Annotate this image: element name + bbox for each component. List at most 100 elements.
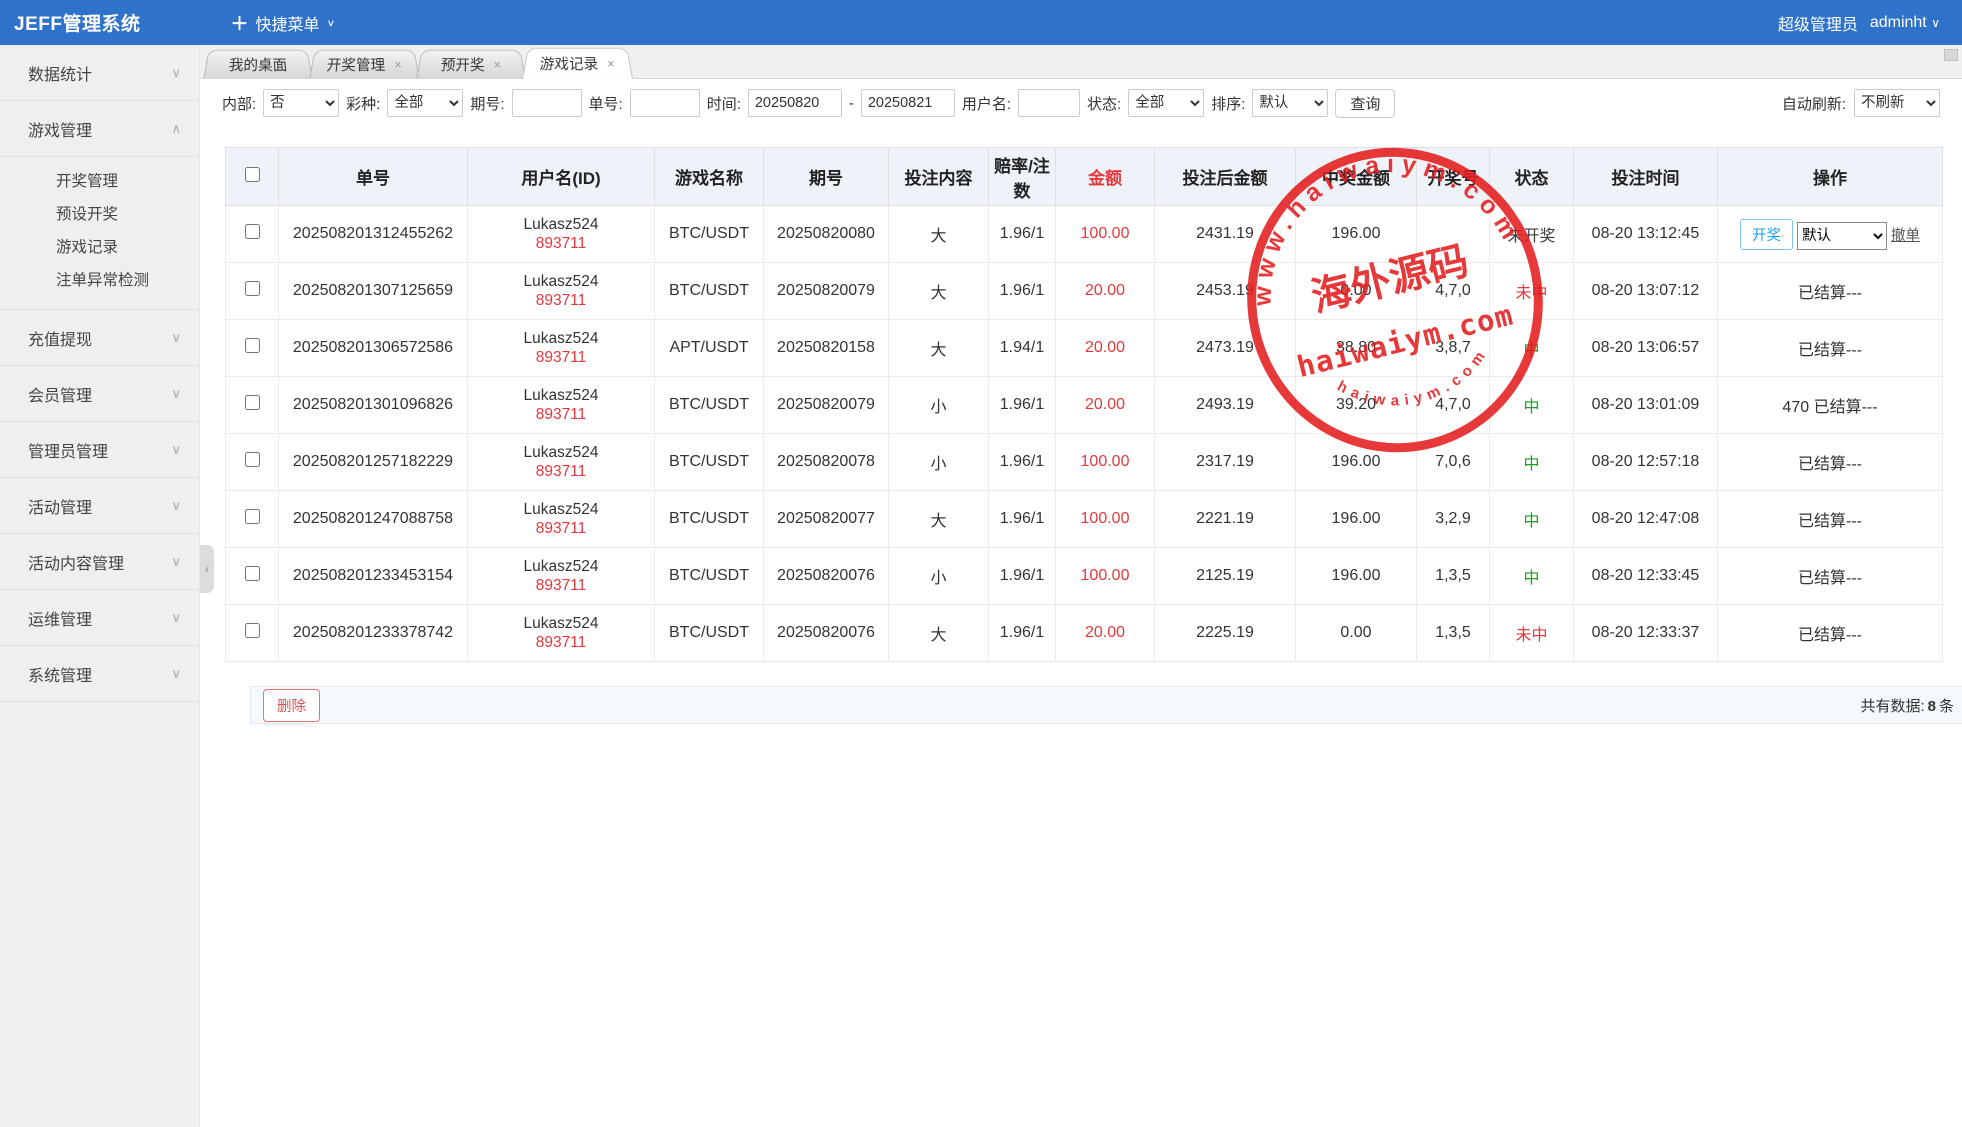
cell-balance-after: 2493.19 xyxy=(1155,377,1296,434)
sidebar-subitem-abnormal-bets[interactable]: 注单异常检测 xyxy=(0,262,199,295)
cell-operation: 已结算--- xyxy=(1718,320,1943,377)
draw-type-select[interactable]: 默认 xyxy=(1797,222,1887,250)
cell-draw-number: 3,2,9 xyxy=(1417,491,1490,548)
tab-strip: 我的桌面 开奖管理× 预开奖× 游戏记录× xyxy=(200,45,1962,79)
cell-draw-number xyxy=(1417,206,1490,263)
period-input[interactable] xyxy=(512,89,582,117)
cancel-order-link[interactable]: 撤单 xyxy=(1891,228,1920,244)
cell-bet-time: 08-20 13:07:12 xyxy=(1574,263,1718,320)
sort-select[interactable]: 默认 xyxy=(1252,89,1328,117)
cell-amount: 100.00 xyxy=(1056,548,1155,605)
cell-bet-time: 08-20 13:06:57 xyxy=(1574,320,1718,377)
delete-button[interactable]: 删除 xyxy=(263,689,320,722)
chevron-down-icon: ∨ xyxy=(171,666,181,682)
cell-game-name: BTC/USDT xyxy=(655,491,764,548)
cell-balance-after: 2453.19 xyxy=(1155,263,1296,320)
tab-my-desktop[interactable]: 我的桌面 xyxy=(203,50,313,79)
cell-username: Lukasz524893711 xyxy=(468,263,655,320)
cell-balance-after: 2221.19 xyxy=(1155,491,1296,548)
cell-status: 未中 xyxy=(1490,605,1574,662)
cell-win-amount: 38.80 xyxy=(1296,320,1417,377)
cell-bet-content: 大 xyxy=(889,491,989,548)
cell-status: 未中 xyxy=(1490,263,1574,320)
cell-amount: 20.00 xyxy=(1056,263,1155,320)
time-to-input[interactable] xyxy=(861,89,955,117)
internal-label: 内部: xyxy=(222,93,256,114)
row-checkbox[interactable] xyxy=(245,623,260,638)
cell-bet-time: 08-20 12:33:45 xyxy=(1574,548,1718,605)
sidebar-item-activities[interactable]: 活动管理∨ xyxy=(0,478,199,534)
cell-bet-content: 大 xyxy=(889,605,989,662)
col-username: 用户名(ID) xyxy=(468,148,655,206)
order-label: 单号: xyxy=(589,93,623,114)
tab-game-records[interactable]: 游戏记录× xyxy=(522,48,633,79)
app-title: JEFF管理系统 xyxy=(14,9,140,36)
cell-username: Lukasz524893711 xyxy=(468,434,655,491)
sidebar-subitem-preset-draw[interactable]: 预设开奖 xyxy=(0,196,199,229)
autorefresh-select[interactable]: 不刷新 xyxy=(1854,89,1940,117)
cell-draw-number: 4,7,0 xyxy=(1417,377,1490,434)
row-checkbox[interactable] xyxy=(245,395,260,410)
cell-status: 中 xyxy=(1490,548,1574,605)
cell-amount: 100.00 xyxy=(1056,434,1155,491)
cell-order-id: 202508201257182229 xyxy=(279,434,468,491)
chevron-down-icon: ∨ xyxy=(171,386,181,402)
cell-period: 20250820077 xyxy=(764,491,889,548)
cell-win-amount: 0.00 xyxy=(1296,263,1417,320)
user-role: 超级管理员 xyxy=(1778,11,1858,35)
sidebar-item-admins[interactable]: 管理员管理∨ xyxy=(0,422,199,478)
sidebar-item-deposit-withdraw[interactable]: 充值提现∨ xyxy=(0,310,199,366)
time-from-input[interactable] xyxy=(748,89,842,117)
cell-operation: 470 已结算--- xyxy=(1718,377,1943,434)
row-checkbox[interactable] xyxy=(245,566,260,581)
cell-order-id: 202508201307125659 xyxy=(279,263,468,320)
sidebar-item-data-stats[interactable]: 数据统计∨ xyxy=(0,45,199,101)
close-icon[interactable]: × xyxy=(606,56,615,71)
cell-odds: 1.96/1 xyxy=(989,434,1056,491)
sidebar-collapse-handle[interactable]: ‹ xyxy=(200,545,214,593)
cell-period: 20250820078 xyxy=(764,434,889,491)
close-icon[interactable]: × xyxy=(493,57,502,72)
cell-game-name: BTC/USDT xyxy=(655,548,764,605)
select-all-checkbox[interactable] xyxy=(245,167,260,182)
tab-scroll-button[interactable] xyxy=(1944,49,1958,61)
cell-win-amount: 196.00 xyxy=(1296,434,1417,491)
sidebar-item-activity-content[interactable]: 活动内容管理∨ xyxy=(0,534,199,590)
sidebar-item-game-mgmt[interactable]: 游戏管理∧ xyxy=(0,101,199,157)
lottery-label: 彩种: xyxy=(346,93,380,114)
col-amount: 金额 xyxy=(1056,148,1155,206)
row-checkbox[interactable] xyxy=(245,338,260,353)
table-header-row: 单号 用户名(ID) 游戏名称 期号 投注内容 赔率/注数 金额 投注后金额 中… xyxy=(226,148,1943,206)
table-row: 202508201233453154 Lukasz524893711 BTC/U… xyxy=(226,548,1943,605)
chevron-down-icon: ∨ xyxy=(171,65,181,81)
table-row: 202508201233378742 Lukasz524893711 BTC/U… xyxy=(226,605,1943,662)
sidebar-item-members[interactable]: 会员管理∨ xyxy=(0,366,199,422)
sort-label: 排序: xyxy=(1211,93,1245,114)
query-button[interactable]: 查询 xyxy=(1335,89,1395,118)
draw-button[interactable]: 开奖 xyxy=(1740,219,1793,250)
close-icon[interactable]: × xyxy=(393,57,402,72)
cell-operation: 已结算--- xyxy=(1718,548,1943,605)
col-bet-content: 投注内容 xyxy=(889,148,989,206)
internal-select[interactable]: 否 xyxy=(263,89,339,117)
quick-menu-button[interactable]: ＋ 快捷菜单 ∨ xyxy=(230,10,335,36)
sidebar-item-ops[interactable]: 运维管理∨ xyxy=(0,590,199,646)
tab-pre-draw[interactable]: 预开奖× xyxy=(416,50,526,79)
col-draw-number: 开奖号 xyxy=(1417,148,1490,206)
row-checkbox[interactable] xyxy=(245,452,260,467)
row-checkbox[interactable] xyxy=(245,509,260,524)
row-checkbox[interactable] xyxy=(245,224,260,239)
row-checkbox[interactable] xyxy=(245,281,260,296)
lottery-select[interactable]: 全部 xyxy=(387,89,463,117)
cell-period: 20250820158 xyxy=(764,320,889,377)
sidebar-item-system[interactable]: 系统管理∨ xyxy=(0,646,199,702)
cell-order-id: 202508201312455262 xyxy=(279,206,468,263)
username-input[interactable] xyxy=(1018,89,1080,117)
tab-draw-mgmt[interactable]: 开奖管理× xyxy=(309,50,419,79)
sidebar-subitem-draw-mgmt[interactable]: 开奖管理 xyxy=(0,163,199,196)
order-input[interactable] xyxy=(630,89,700,117)
status-select[interactable]: 全部 xyxy=(1128,89,1204,117)
autorefresh-label: 自动刷新: xyxy=(1782,93,1846,114)
user-menu[interactable]: adminht ∨ xyxy=(1870,14,1940,32)
sidebar-subitem-game-records[interactable]: 游戏记录 xyxy=(0,229,199,262)
